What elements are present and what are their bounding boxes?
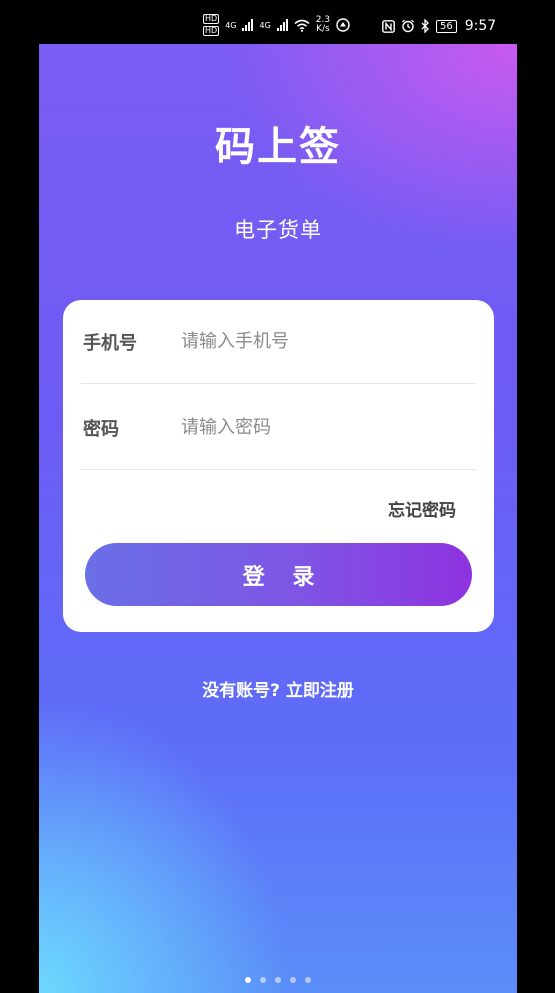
wifi-icon (294, 19, 310, 32)
phone-field-row: 手机号 (81, 300, 476, 384)
network-1-label: 4G (225, 20, 237, 30)
password-field-row: 密码 (81, 386, 476, 470)
page-dot-3 (275, 977, 281, 983)
hd-indicators: HD HD (203, 14, 220, 36)
register-link[interactable]: 没有账号? 立即注册 (39, 676, 517, 701)
battery-icon: 56 (436, 19, 457, 33)
forgot-password-link[interactable]: 忘记密码 (388, 496, 456, 521)
clock: 9:57 (464, 18, 497, 34)
page-dot-2 (260, 977, 266, 983)
page-indicator (39, 977, 517, 983)
app-title: 码上签 (215, 124, 341, 170)
login-button[interactable]: 登 录 (85, 543, 472, 606)
status-bar: HD HD 4G 4G 2.3 K/s 56 9:57 (0, 0, 555, 44)
password-label: 密码 (83, 418, 119, 440)
app-subtitle: 电子货单 (234, 218, 322, 242)
bluetooth-icon (421, 19, 429, 33)
page-dot-1 (245, 977, 251, 983)
nfc-icon (382, 19, 395, 33)
hd-badge-1: HD (203, 14, 220, 24)
login-screen: 码上签 电子货单 手机号 密码 忘记密码 登 录 没有账号? 立即注册 (39, 44, 517, 993)
phone-label: 手机号 (83, 332, 137, 354)
network-speed: 2.3 K/s (316, 16, 330, 34)
signal-2-icon (276, 19, 288, 31)
network-speed-unit: K/s (316, 24, 330, 34)
page-dot-4 (290, 977, 296, 983)
network-2-label: 4G (259, 20, 271, 30)
notification-icon (336, 18, 350, 32)
password-input[interactable] (181, 417, 476, 438)
page-dot-5 (305, 977, 311, 983)
alarm-icon (402, 19, 414, 33)
phone-input[interactable] (181, 331, 476, 352)
signal-1-icon (242, 19, 254, 31)
status-right-group: 56 9:57 (382, 18, 496, 34)
login-card: 手机号 密码 忘记密码 登 录 (63, 300, 494, 632)
hd-badge-2: HD (203, 26, 220, 36)
status-left-group: HD HD 4G 4G 2.3 K/s (203, 14, 350, 36)
